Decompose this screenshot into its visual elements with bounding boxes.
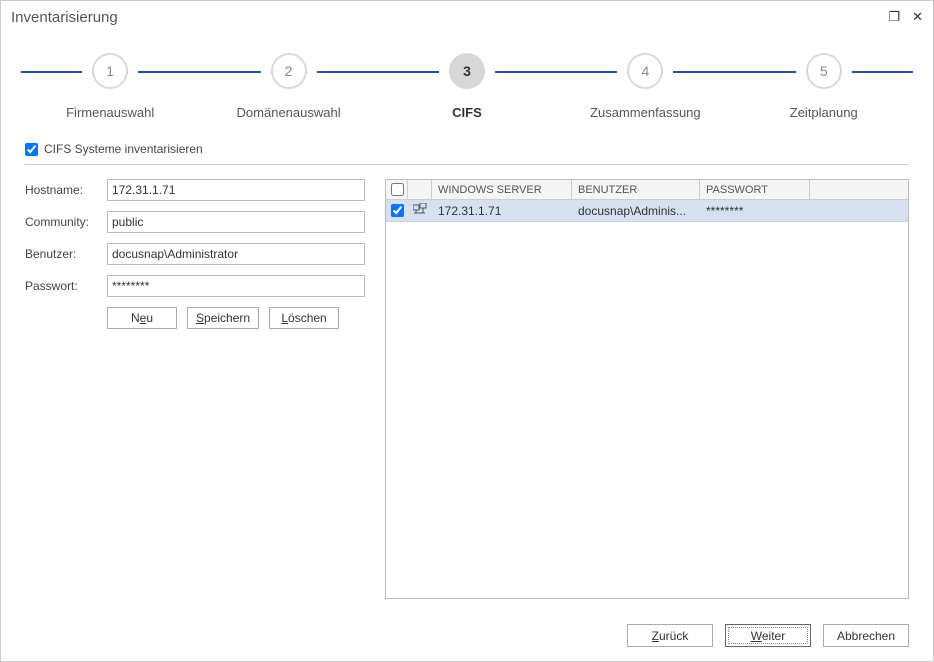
next-button[interactable]: Weiter — [725, 624, 811, 647]
form-panel: Hostname: Community: Benutzer: Passwort:… — [25, 179, 365, 599]
close-icon[interactable]: ✕ — [912, 9, 923, 25]
wizard-footer: Zurück Weiter Abbrechen — [627, 624, 909, 647]
community-row: Community: — [25, 211, 365, 233]
cancel-button[interactable]: Abbrechen — [823, 624, 909, 647]
step-circle-2: 2 — [271, 53, 307, 89]
steps-container: 1 Firmenauswahl 2 Domänenauswahl 3 CIFS … — [21, 33, 913, 120]
titlebar: Inventarisierung ❐ ✕ — [1, 1, 933, 33]
main-area: Hostname: Community: Benutzer: Passwort:… — [25, 179, 909, 599]
password-input[interactable] — [107, 275, 365, 297]
table-header: WINDOWS SERVER BENUTZER PASSWORT — [386, 180, 908, 200]
table-body: 172.31.1.71 docusnap\Adminis... ******** — [386, 200, 908, 598]
row-password: ******** — [700, 202, 810, 220]
cifs-inventory-checkbox-row: CIFS Systeme inventarisieren — [25, 138, 909, 165]
back-button[interactable]: Zurück — [627, 624, 713, 647]
cifs-inventory-checkbox[interactable] — [25, 143, 38, 156]
step-zeitplanung[interactable]: 5 Zeitplanung — [739, 33, 909, 120]
cifs-inventory-label: CIFS Systeme inventarisieren — [44, 142, 203, 156]
row-checkbox-cell — [386, 200, 408, 222]
header-rest — [810, 180, 908, 199]
delete-button[interactable]: Löschen — [269, 307, 339, 329]
header-checkbox-cell — [386, 180, 408, 199]
window-title: Inventarisierung — [11, 9, 118, 26]
step-label-3: CIFS — [452, 105, 482, 120]
step-firmenauswahl[interactable]: 1 Firmenauswahl — [25, 33, 195, 120]
user-row: Benutzer: — [25, 243, 365, 265]
wizard-steps: 1 Firmenauswahl 2 Domänenauswahl 3 CIFS … — [21, 33, 913, 128]
row-user: docusnap\Adminis... — [572, 202, 700, 220]
step-circle-1: 1 — [92, 53, 128, 89]
header-server[interactable]: WINDOWS SERVER — [432, 180, 572, 199]
row-checkbox[interactable] — [391, 204, 404, 217]
step-circle-3: 3 — [449, 53, 485, 89]
save-button[interactable]: Speichern — [187, 307, 259, 329]
row-server: 172.31.1.71 — [432, 202, 572, 220]
titlebar-controls: ❐ ✕ — [888, 9, 923, 25]
maximize-icon[interactable]: ❐ — [888, 9, 900, 25]
form-buttons: Neu Speichern Löschen — [107, 307, 365, 329]
header-user[interactable]: BENUTZER — [572, 180, 700, 199]
step-cifs[interactable]: 3 CIFS — [382, 33, 552, 120]
step-domaenenauswahl[interactable]: 2 Domänenauswahl — [204, 33, 374, 120]
header-icon-cell — [408, 180, 432, 199]
server-table: WINDOWS SERVER BENUTZER PASSWORT — [385, 179, 909, 599]
step-label-5: Zeitplanung — [790, 105, 858, 120]
hostname-row: Hostname: — [25, 179, 365, 201]
step-zusammenfassung[interactable]: 4 Zusammenfassung — [560, 33, 730, 120]
row-icon-cell — [408, 201, 432, 220]
header-checkbox[interactable] — [391, 183, 404, 196]
wizard-window: Inventarisierung ❐ ✕ 1 Firmenauswahl 2 D… — [0, 0, 934, 662]
community-label: Community: — [25, 215, 107, 229]
step-circle-4: 4 — [627, 53, 663, 89]
server-icon — [413, 203, 427, 218]
step-label-2: Domänenauswahl — [237, 105, 341, 120]
password-row: Passwort: — [25, 275, 365, 297]
hostname-input[interactable] — [107, 179, 365, 201]
step-label-1: Firmenauswahl — [66, 105, 154, 120]
step-label-4: Zusammenfassung — [590, 105, 701, 120]
header-password[interactable]: PASSWORT — [700, 180, 810, 199]
row-rest — [810, 209, 908, 213]
table-row[interactable]: 172.31.1.71 docusnap\Adminis... ******** — [386, 200, 908, 222]
password-label: Passwort: — [25, 279, 107, 293]
hostname-label: Hostname: — [25, 183, 107, 197]
new-button[interactable]: Neu — [107, 307, 177, 329]
community-input[interactable] — [107, 211, 365, 233]
content-area: CIFS Systeme inventarisieren Hostname: C… — [1, 128, 933, 599]
user-label: Benutzer: — [25, 247, 107, 261]
step-circle-5: 5 — [806, 53, 842, 89]
user-input[interactable] — [107, 243, 365, 265]
